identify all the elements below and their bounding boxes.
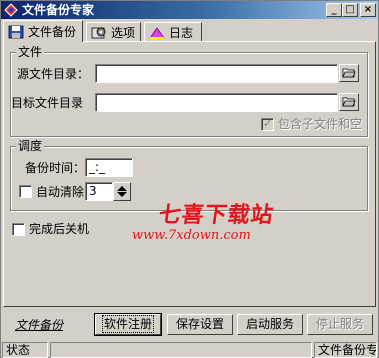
status-panel-app: 文件备份专家 <box>314 342 377 358</box>
app-icon <box>4 3 18 17</box>
close-button[interactable]: × <box>360 3 376 17</box>
auto-clean-days-input[interactable]: 3 <box>85 182 113 201</box>
tab-log[interactable]: 日志 <box>144 22 202 42</box>
options-icon <box>91 27 106 38</box>
title-bar[interactable]: 文件备份专家 _ □ × <box>1 1 378 19</box>
check-mark-icon: ✓ <box>263 117 273 130</box>
start-service-button[interactable]: 启动服务 <box>237 314 303 335</box>
include-subdirs-checkbox[interactable]: ✓ <box>261 117 274 131</box>
auto-clean-label: 自动清除 <box>36 185 85 199</box>
tab-log-label: 日志 <box>169 26 194 40</box>
tab-file-backup[interactable]: 文件备份 <box>3 20 83 42</box>
target-dir-label: 目标文件目录 <box>11 96 84 110</box>
source-browse-button[interactable] <box>339 64 359 82</box>
source-dir-input[interactable] <box>95 64 338 83</box>
target-browse-button[interactable] <box>339 93 359 111</box>
register-button[interactable]: 软件注册 <box>94 313 162 336</box>
auto-clean-checkbox[interactable] <box>19 185 32 198</box>
status-panel-message <box>50 342 312 358</box>
app-window: 文件备份专家 _ □ × 文件备份 选项 日志 文件 源文件目录： 目标文件目录… <box>0 0 379 358</box>
file-group-title: 文件 <box>16 45 45 59</box>
target-dir-input[interactable] <box>95 93 338 112</box>
stop-service-button[interactable]: 停止服务 <box>307 314 373 335</box>
watermark-url: www.7xdown.com <box>132 228 251 243</box>
window-title: 文件备份专家 <box>22 3 95 17</box>
backup-time-input[interactable]: _:_ <box>85 158 133 177</box>
auto-clean-spinner[interactable] <box>113 182 131 201</box>
backup-time-label: 备份时间： <box>25 161 86 175</box>
minimize-button[interactable]: _ <box>326 3 342 17</box>
watermark-title: 七喜下载站 <box>156 202 276 228</box>
tab-panel-file-backup: 文件 源文件目录： 目标文件目录 ✓ 包含子文件和空 调度 备份时间： _:_ … <box>3 41 376 307</box>
open-folder-icon <box>342 68 356 78</box>
status-panel-state: 状态 <box>2 342 48 358</box>
spin-arrows-icon <box>117 186 127 197</box>
include-subdirs-label: 包含子文件和空 <box>278 117 363 131</box>
file-group: 文件 源文件目录： 目标文件目录 ✓ 包含子文件和空 <box>10 45 368 137</box>
backup-disk-icon <box>8 25 24 38</box>
log-icon <box>149 26 165 39</box>
file-backup-link[interactable]: 文件备份 <box>15 316 63 333</box>
open-folder-icon <box>342 97 356 107</box>
save-settings-button[interactable]: 保存设置 <box>167 314 233 335</box>
schedule-group-title: 调度 <box>16 139 45 153</box>
shutdown-checkbox[interactable] <box>12 223 25 236</box>
tab-file-backup-label: 文件备份 <box>28 25 77 39</box>
shutdown-label: 完成后关机 <box>29 222 90 236</box>
status-bar: 状态 文件备份专家 <box>2 342 377 358</box>
maximize-button[interactable]: □ <box>342 3 358 17</box>
tab-options[interactable]: 选项 <box>86 22 141 42</box>
register-button-label: 软件注册 <box>101 315 155 333</box>
source-dir-label: 源文件目录： <box>17 67 90 81</box>
tab-options-label: 选项 <box>110 26 135 40</box>
